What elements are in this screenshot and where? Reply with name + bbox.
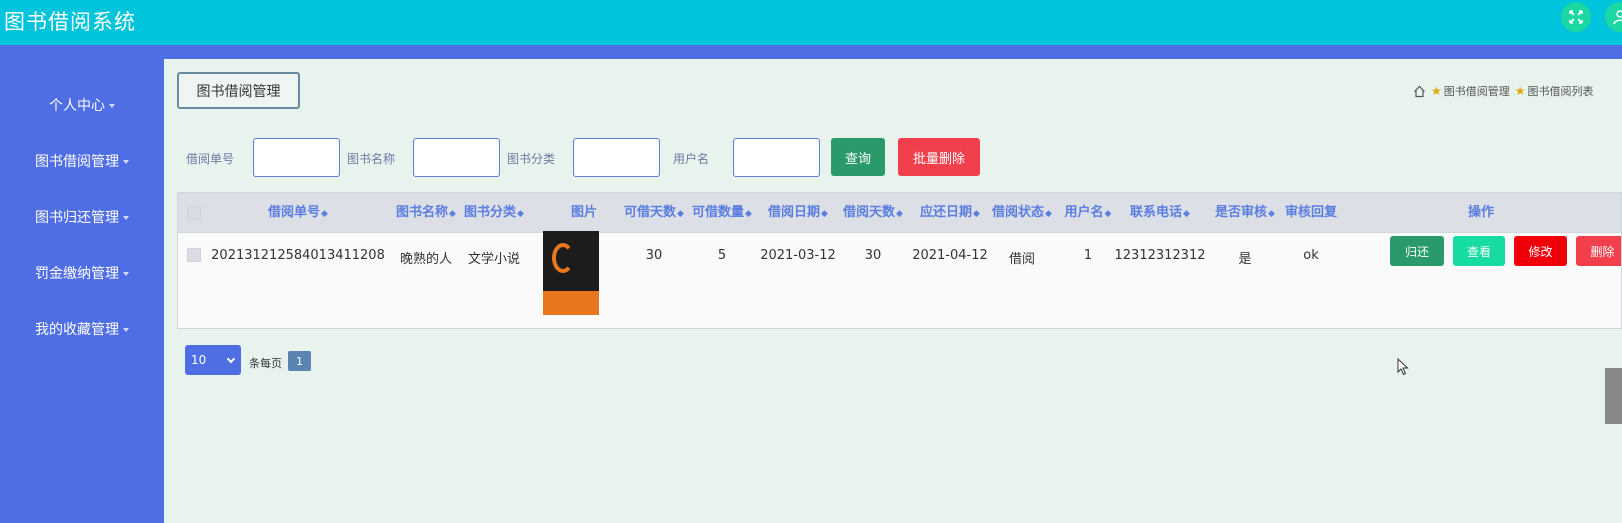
sort-icon: ◆: [896, 209, 903, 219]
star-icon: ★: [1431, 84, 1442, 98]
header-strip: [0, 45, 1622, 59]
sort-icon: ◆: [517, 209, 524, 219]
column-header[interactable]: 图书名称◆: [396, 193, 456, 233]
sidebar-item-label: 罚金缴纳管理: [35, 266, 119, 282]
tab-borrow-management[interactable]: 图书借阅管理: [177, 72, 300, 109]
sort-icon: ◆: [821, 209, 828, 219]
book-cover-image: [543, 231, 599, 315]
username-label: 用户名: [673, 152, 710, 166]
column-header[interactable]: 联系电话◆: [1130, 193, 1190, 233]
caret-down-icon: [123, 328, 129, 332]
sort-icon: ◆: [1268, 209, 1275, 219]
sidebar-item-label: 个人中心: [49, 98, 105, 114]
borrow-date-cell: 2021-03-12: [760, 248, 836, 263]
borrow-no-input[interactable]: [253, 138, 340, 177]
username-input[interactable]: [733, 138, 820, 177]
column-header: 图片: [570, 205, 598, 220]
caret-down-icon: [123, 272, 129, 276]
column-header[interactable]: 可借数量◆: [692, 193, 752, 233]
scrollbar-thumb[interactable]: [1605, 368, 1622, 424]
sort-icon: ◆: [321, 209, 328, 219]
caret-down-icon: [123, 216, 129, 220]
row-checkbox[interactable]: [187, 248, 201, 262]
mouse-cursor-icon: [1397, 358, 1409, 376]
sort-icon: ◆: [1183, 209, 1190, 219]
sort-icon: ◆: [449, 209, 456, 219]
review-reply-cell: ok: [1303, 248, 1319, 263]
book-name-cell: 晚熟的人: [399, 252, 453, 267]
edit-button[interactable]: 修改: [1514, 236, 1567, 266]
star-icon: ★: [1514, 84, 1526, 98]
sidebar-item-fine-management[interactable]: 罚金缴纳管理: [0, 263, 164, 283]
book-category-input[interactable]: [573, 138, 660, 177]
column-header[interactable]: 应还日期◆: [920, 193, 980, 233]
sidebar-item-personal-center[interactable]: 个人中心: [0, 95, 164, 115]
reviewed-cell: 是: [1238, 252, 1252, 267]
sidebar-item-label: 图书归还管理: [35, 210, 119, 226]
view-button[interactable]: 查看: [1453, 236, 1505, 266]
sidebar-item-label: 我的收藏管理: [35, 322, 119, 338]
category-cell: 文学小说: [467, 252, 521, 267]
batch-delete-button[interactable]: 批量删除: [898, 138, 980, 176]
borrow-no-label: 借阅单号: [186, 152, 235, 166]
phone-cell: 12312312312: [1114, 248, 1206, 263]
user-icon[interactable]: [1605, 2, 1622, 32]
home-icon[interactable]: [1413, 85, 1426, 98]
column-header[interactable]: 可借天数◆: [624, 193, 684, 233]
borrow-days-cell: 30: [864, 248, 882, 263]
breadcrumb-item[interactable]: 图书借阅列表: [1528, 83, 1594, 99]
sort-icon: ◆: [1104, 209, 1112, 219]
column-header[interactable]: 用户名◆: [1065, 193, 1112, 233]
column-header[interactable]: 借阅日期◆: [768, 193, 828, 233]
sidebar-item-favorites-management[interactable]: 我的收藏管理: [0, 319, 164, 339]
sort-icon: ◆: [1045, 209, 1052, 219]
page-number-button[interactable]: 1: [288, 351, 311, 371]
breadcrumb-item[interactable]: 图书借阅管理: [1444, 83, 1510, 99]
borrow-table: 借阅单号◆ 图书名称◆ 图书分类◆ 图片 可借天数◆ 可借数量◆ 借阅日期◆ 借…: [177, 192, 1622, 329]
book-category-label: 图书分类: [507, 152, 556, 166]
sort-icon: ◆: [973, 209, 980, 219]
borrow-no-cell: 20213121258401341120​8: [211, 248, 385, 263]
sidebar-item-return-management[interactable]: 图书归还管理: [0, 207, 164, 227]
column-header[interactable]: 借阅状态◆: [992, 193, 1052, 233]
status-cell: 借阅: [1008, 252, 1036, 267]
column-header: 操作: [1467, 205, 1495, 220]
app-title: 图书借阅系统: [4, 10, 136, 34]
table-header: 借阅单号◆ 图书名称◆ 图书分类◆ 图片 可借天数◆ 可借数量◆ 借阅日期◆ 借…: [178, 193, 1621, 233]
caret-down-icon: [123, 160, 129, 164]
select-all-checkbox[interactable]: [187, 206, 201, 220]
page-size-select[interactable]: 10: [185, 345, 241, 375]
column-header[interactable]: 借阅天数◆: [843, 193, 903, 233]
column-header: 审核回复: [1284, 205, 1338, 220]
delete-button[interactable]: 删除: [1576, 236, 1621, 266]
top-bar: 图书借阅系统: [0, 0, 1622, 45]
username-cell: 1: [1083, 248, 1093, 263]
column-header[interactable]: 借阅单号◆: [268, 193, 328, 233]
per-page-label: 条每页: [249, 357, 282, 370]
book-name-label: 图书名称: [347, 152, 396, 166]
breadcrumb: ★ 图书借阅管理 ★ 图书借阅列表: [1413, 82, 1594, 100]
sidebar: 个人中心 图书借阅管理 图书归还管理 罚金缴纳管理 我的收藏管理: [0, 59, 164, 523]
sidebar-item-label: 图书借阅管理: [35, 154, 119, 170]
chevron-down-icon: [226, 354, 236, 364]
sort-icon: ◆: [745, 209, 752, 219]
return-button[interactable]: 归还: [1390, 236, 1444, 266]
query-button[interactable]: 查询: [831, 138, 885, 176]
page-size-value: 10: [191, 353, 207, 367]
borrow-days-allowed-cell: 30: [645, 248, 663, 263]
book-name-input[interactable]: [413, 138, 500, 177]
caret-down-icon: [109, 104, 115, 108]
sort-icon: ◆: [677, 209, 684, 219]
column-header[interactable]: 是否审核◆: [1215, 193, 1275, 233]
sidebar-item-borrow-management[interactable]: 图书借阅管理: [0, 151, 164, 171]
column-header[interactable]: 图书分类◆: [464, 193, 524, 233]
expand-icon[interactable]: [1561, 2, 1591, 32]
due-date-cell: 2021-04-12: [912, 248, 988, 263]
available-qty-cell: 5: [717, 248, 727, 263]
